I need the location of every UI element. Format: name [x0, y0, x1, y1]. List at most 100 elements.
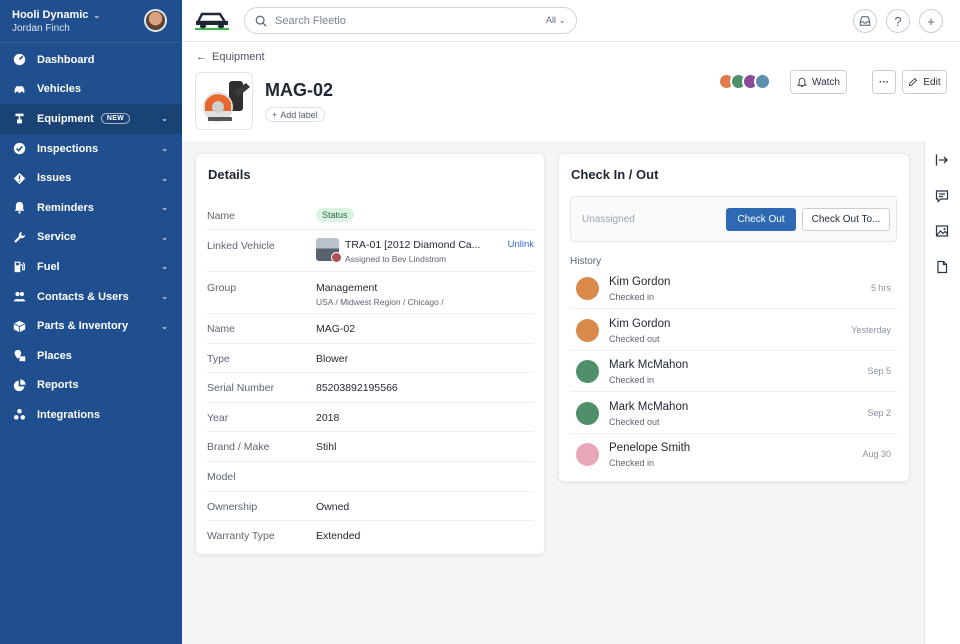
chevron-down-icon: ⌄: [161, 173, 168, 183]
history-item[interactable]: Kim Gordon Checked in 5 hrs: [570, 268, 897, 309]
plus-icon: +: [272, 109, 278, 120]
sidebar-item-label: Equipment: [37, 112, 94, 125]
detail-row-status: Name Status: [207, 202, 534, 230]
sidebar-item-parts-inventory[interactable]: Parts & Inventory ⌄: [0, 311, 182, 341]
history-name: Penelope Smith: [609, 442, 691, 454]
history-item[interactable]: Mark McMahon Checked out Sep 2: [570, 393, 897, 434]
detail-row: Year 2018: [207, 403, 534, 433]
inbox-icon: [859, 16, 871, 26]
sidebar-item-dashboard[interactable]: Dashboard: [0, 45, 182, 75]
check-circle-icon: [12, 142, 26, 156]
sidebar-item-issues[interactable]: Issues ⌄: [0, 163, 182, 193]
plus-icon: +: [927, 13, 935, 29]
sidebar-item-equipment[interactable]: Equipment NEW ⌄: [0, 104, 182, 134]
comment-icon[interactable]: [935, 189, 949, 203]
history-time: Aug 30: [862, 449, 891, 459]
detail-label: Brand / Make: [207, 441, 270, 454]
history-name: Mark McMahon: [609, 359, 689, 371]
watchers-avatars[interactable]: [718, 73, 771, 90]
detail-label: Name: [207, 323, 236, 335]
history-status: Checked out: [609, 333, 660, 344]
unassigned-text: Unassigned: [582, 214, 635, 225]
detail-value: MAG-02: [316, 323, 356, 335]
equipment-photo[interactable]: [195, 72, 253, 130]
help-icon: ?: [894, 13, 902, 29]
breadcrumb[interactable]: ← Equipment: [196, 51, 265, 63]
history-time: Sep 5: [867, 366, 891, 376]
fleetio-logo-icon[interactable]: [194, 8, 230, 32]
search-scope-select[interactable]: All ⌄: [546, 15, 566, 26]
history-time: Sep 2: [867, 407, 891, 418]
chevron-down-icon: ⌄: [161, 262, 168, 272]
detail-label: Model: [207, 471, 236, 483]
sidebar-item-integrations[interactable]: Integrations: [0, 400, 182, 430]
history-item[interactable]: Kim Gordon Checked out Yesterday: [570, 310, 897, 351]
pencil-icon: [909, 77, 918, 87]
avatar: [576, 277, 599, 300]
unlink-button[interactable]: Unlink: [508, 239, 534, 250]
sidebar-nav: Dashboard Vehicles Equipment NEW ⌄ Inspe…: [0, 43, 182, 430]
sidebar-item-places[interactable]: Places: [0, 341, 182, 371]
watch-label: Watch: [812, 76, 840, 88]
avatar: [576, 360, 599, 383]
check-out-button[interactable]: Check Out: [726, 208, 796, 231]
check-out-to-button[interactable]: Check Out To...: [802, 208, 890, 231]
chevron-down-icon: ⌄: [161, 203, 168, 213]
sidebar-item-service[interactable]: Service ⌄: [0, 223, 182, 253]
group-value[interactable]: Management: [316, 282, 377, 294]
org-name: Hooli Dynamic: [12, 9, 89, 21]
edit-button[interactable]: Edit: [902, 70, 947, 94]
history-item[interactable]: Mark McMahon Checked in Sep 5: [570, 351, 897, 392]
search-icon: [255, 15, 267, 27]
top-bar: All ⌄ ? +: [182, 0, 960, 42]
help-button[interactable]: ?: [886, 9, 910, 33]
history-status: Checked in: [609, 292, 655, 302]
sidebar-item-label: Fuel: [37, 260, 60, 273]
add-button[interactable]: +: [919, 9, 943, 33]
avatar: [754, 73, 771, 90]
watch-button[interactable]: Watch: [790, 70, 847, 94]
search-scope-label: All: [545, 15, 556, 25]
integrations-icon: [12, 408, 26, 422]
search-input[interactable]: [275, 14, 546, 27]
sidebar-item-contacts-users[interactable]: Contacts & Users ⌄: [0, 282, 182, 312]
document-icon[interactable]: [935, 260, 949, 274]
detail-value: 85203892195566: [316, 382, 398, 395]
detail-row-linked-vehicle: Linked Vehicle TRA-01 [2012 Diamond Ca..…: [207, 230, 534, 272]
linked-vehicle-link[interactable]: TRA-01 [2012 Diamond Ca...: [345, 239, 485, 251]
bell-icon: [797, 77, 807, 87]
sidebar: Hooli Dynamic ⌄ Jordan Finch Dashboard V…: [0, 0, 182, 644]
inbox-button[interactable]: [853, 9, 877, 33]
add-label-button[interactable]: + Add label: [265, 107, 325, 122]
avatar: [576, 443, 599, 466]
detail-row: Name MAG-02: [207, 314, 534, 344]
avatar: [576, 401, 599, 425]
detail-row-group: Group Management USA / Midwest Region / …: [207, 272, 534, 314]
sidebar-item-fuel[interactable]: Fuel ⌄: [0, 252, 182, 282]
collapse-panel-icon[interactable]: [935, 153, 949, 167]
chevron-down-icon: ⌄: [161, 232, 168, 242]
sidebar-item-label: Service: [37, 231, 77, 244]
sidebar-item-vehicles[interactable]: Vehicles: [0, 75, 182, 105]
sidebar-item-reports[interactable]: Reports: [0, 371, 182, 401]
org-switcher[interactable]: Hooli Dynamic ⌄ Jordan Finch: [0, 0, 182, 43]
avatar: [331, 252, 342, 263]
sidebar-item-inspections[interactable]: Inspections ⌄: [0, 134, 182, 164]
chevron-down-icon: ⌄: [161, 114, 168, 124]
history-name: Kim Gordon: [609, 276, 671, 288]
breadcrumb-link[interactable]: Equipment: [212, 51, 265, 63]
pie-chart-icon: [12, 378, 26, 392]
add-label-text: Add label: [280, 109, 318, 120]
history-item[interactable]: Penelope Smith Checked in Aug 30: [570, 434, 897, 475]
search-bar[interactable]: All ⌄: [244, 7, 577, 34]
chevron-down-icon: ⌄: [161, 321, 168, 331]
details-card: Details Name Status Linked Vehicle TRA-0…: [195, 153, 545, 555]
avatar[interactable]: [144, 9, 167, 32]
photo-icon[interactable]: [935, 224, 949, 238]
chevron-down-icon: ⌄: [161, 144, 168, 154]
more-actions-button[interactable]: ···: [872, 70, 896, 94]
places-icon: [12, 349, 26, 363]
detail-label: Serial Number: [207, 382, 275, 395]
sidebar-item-reminders[interactable]: Reminders ⌄: [0, 193, 182, 223]
sidebar-item-label: Reports: [37, 379, 79, 392]
